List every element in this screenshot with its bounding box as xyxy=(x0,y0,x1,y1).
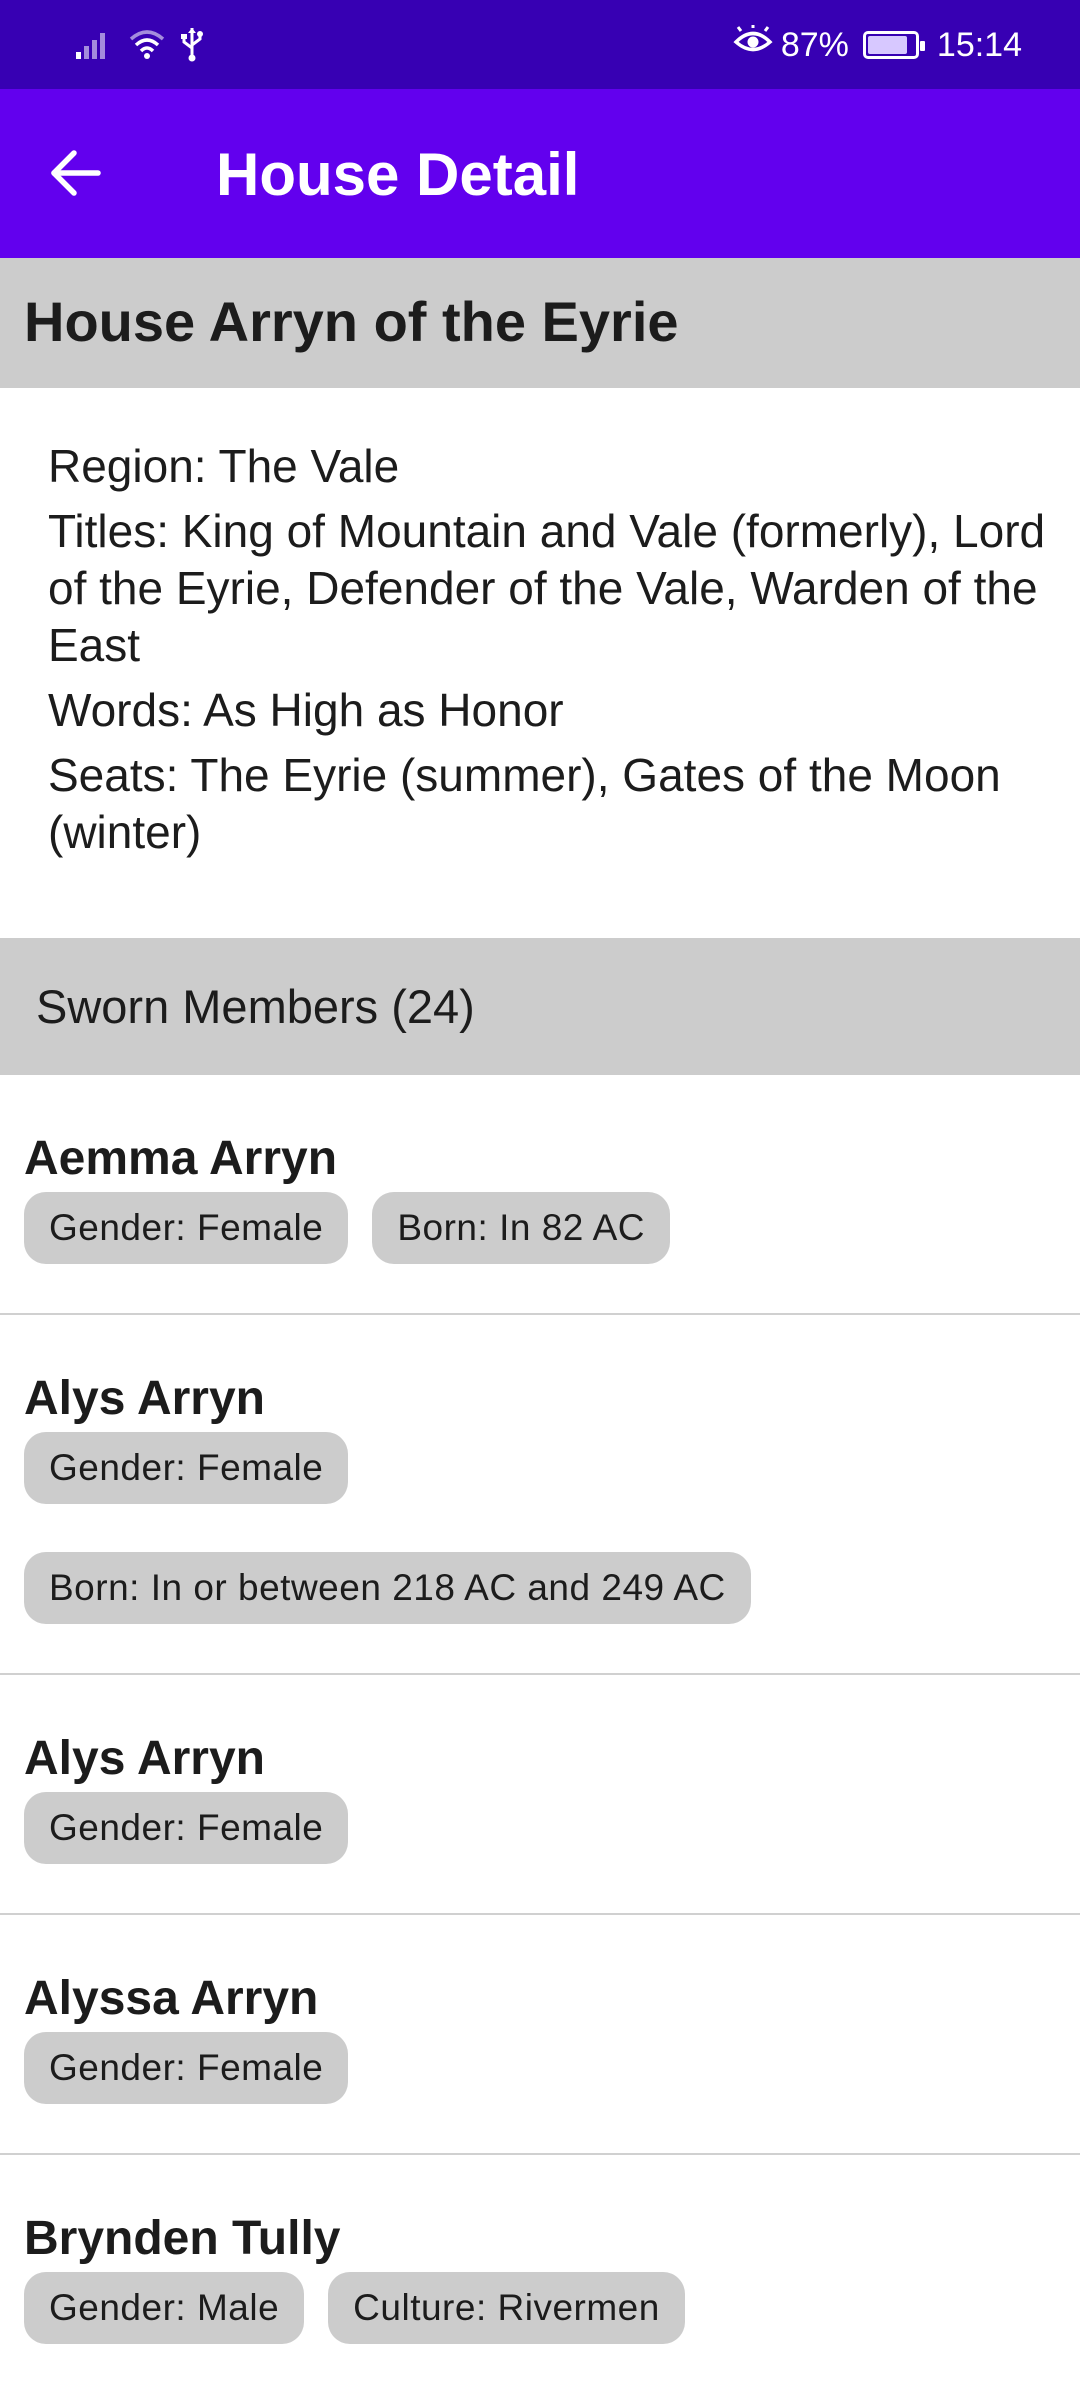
clock: 15:14 xyxy=(936,25,1022,64)
list-item[interactable]: Brynden Tully Gender: Male Culture: Rive… xyxy=(0,2155,1080,2393)
list-item[interactable]: Alys Arryn Gender: Female Born: In or be… xyxy=(0,1315,1080,1675)
house-info: Region: The Vale Titles: King of Mountai… xyxy=(48,438,1048,869)
back-button[interactable] xyxy=(40,139,112,211)
member-chips: Gender: Female Born: In or between 218 A… xyxy=(24,1432,1080,1624)
house-name: House Arryn of the Eyrie xyxy=(24,290,679,353)
list-item[interactable]: Aemma Arryn Gender: Female Born: In 82 A… xyxy=(0,1075,1080,1315)
member-name: Brynden Tully xyxy=(24,2212,341,2265)
list-item[interactable]: Alyssa Arryn Gender: Female xyxy=(0,1915,1080,2155)
arrow-back-icon xyxy=(50,149,102,202)
gender-chip: Gender: Female xyxy=(24,1432,349,1504)
house-words: Words: As High as Honor xyxy=(48,684,564,736)
house-region: Region: The Vale xyxy=(48,440,400,492)
member-chips: Gender: Female xyxy=(24,1792,1080,1864)
member-name: Alys Arryn xyxy=(24,1732,265,1785)
usb-icon xyxy=(180,26,204,67)
born-chip: Born: In 82 AC xyxy=(372,1192,671,1264)
status-left-icons xyxy=(74,24,204,68)
member-chips: Gender: Female Born: In 82 AC xyxy=(24,1192,1080,1264)
member-chips: Gender: Male Culture: Rivermen xyxy=(24,2272,1080,2344)
member-name: Alyssa Arryn xyxy=(24,1972,319,2025)
members-list[interactable]: Aemma Arryn Gender: Female Born: In 82 A… xyxy=(0,1075,1080,2393)
battery-percent: 87% xyxy=(780,25,849,64)
house-seats: Seats: The Eyrie (summer), Gates of the … xyxy=(48,749,1001,858)
gender-chip: Gender: Male xyxy=(24,2272,305,2344)
member-name: Aemma Arryn xyxy=(24,1132,338,1185)
gender-chip: Gender: Female xyxy=(24,1192,349,1264)
battery-level-fill xyxy=(867,36,908,54)
battery-icon xyxy=(862,31,925,59)
status-right-indicators: 87% 15:14 xyxy=(733,20,1022,70)
page-title: House Detail xyxy=(216,141,580,208)
status-bar: 87% 15:14 xyxy=(0,0,1080,89)
sworn-members-title: Sworn Members (24) xyxy=(36,980,475,1033)
gender-chip: Gender: Female xyxy=(24,2032,349,2104)
house-header: House Arryn of the Eyrie xyxy=(0,258,1080,388)
member-name: Alys Arryn xyxy=(24,1372,265,1425)
wifi-icon xyxy=(128,28,166,65)
signal-icon xyxy=(74,28,114,65)
house-titles: Titles: King of Mountain and Vale (forme… xyxy=(48,505,1046,671)
list-item[interactable]: Alys Arryn Gender: Female xyxy=(0,1675,1080,1915)
member-chips: Gender: Female xyxy=(24,2032,1080,2104)
app-bar: House Detail xyxy=(0,89,1080,258)
culture-chip: Culture: Rivermen xyxy=(328,2272,685,2344)
eye-comfort-icon xyxy=(733,23,773,66)
born-chip: Born: In or between 218 AC and 249 AC xyxy=(24,1552,751,1624)
sworn-members-header: Sworn Members (24) xyxy=(0,938,1080,1075)
gender-chip: Gender: Female xyxy=(24,1792,349,1864)
